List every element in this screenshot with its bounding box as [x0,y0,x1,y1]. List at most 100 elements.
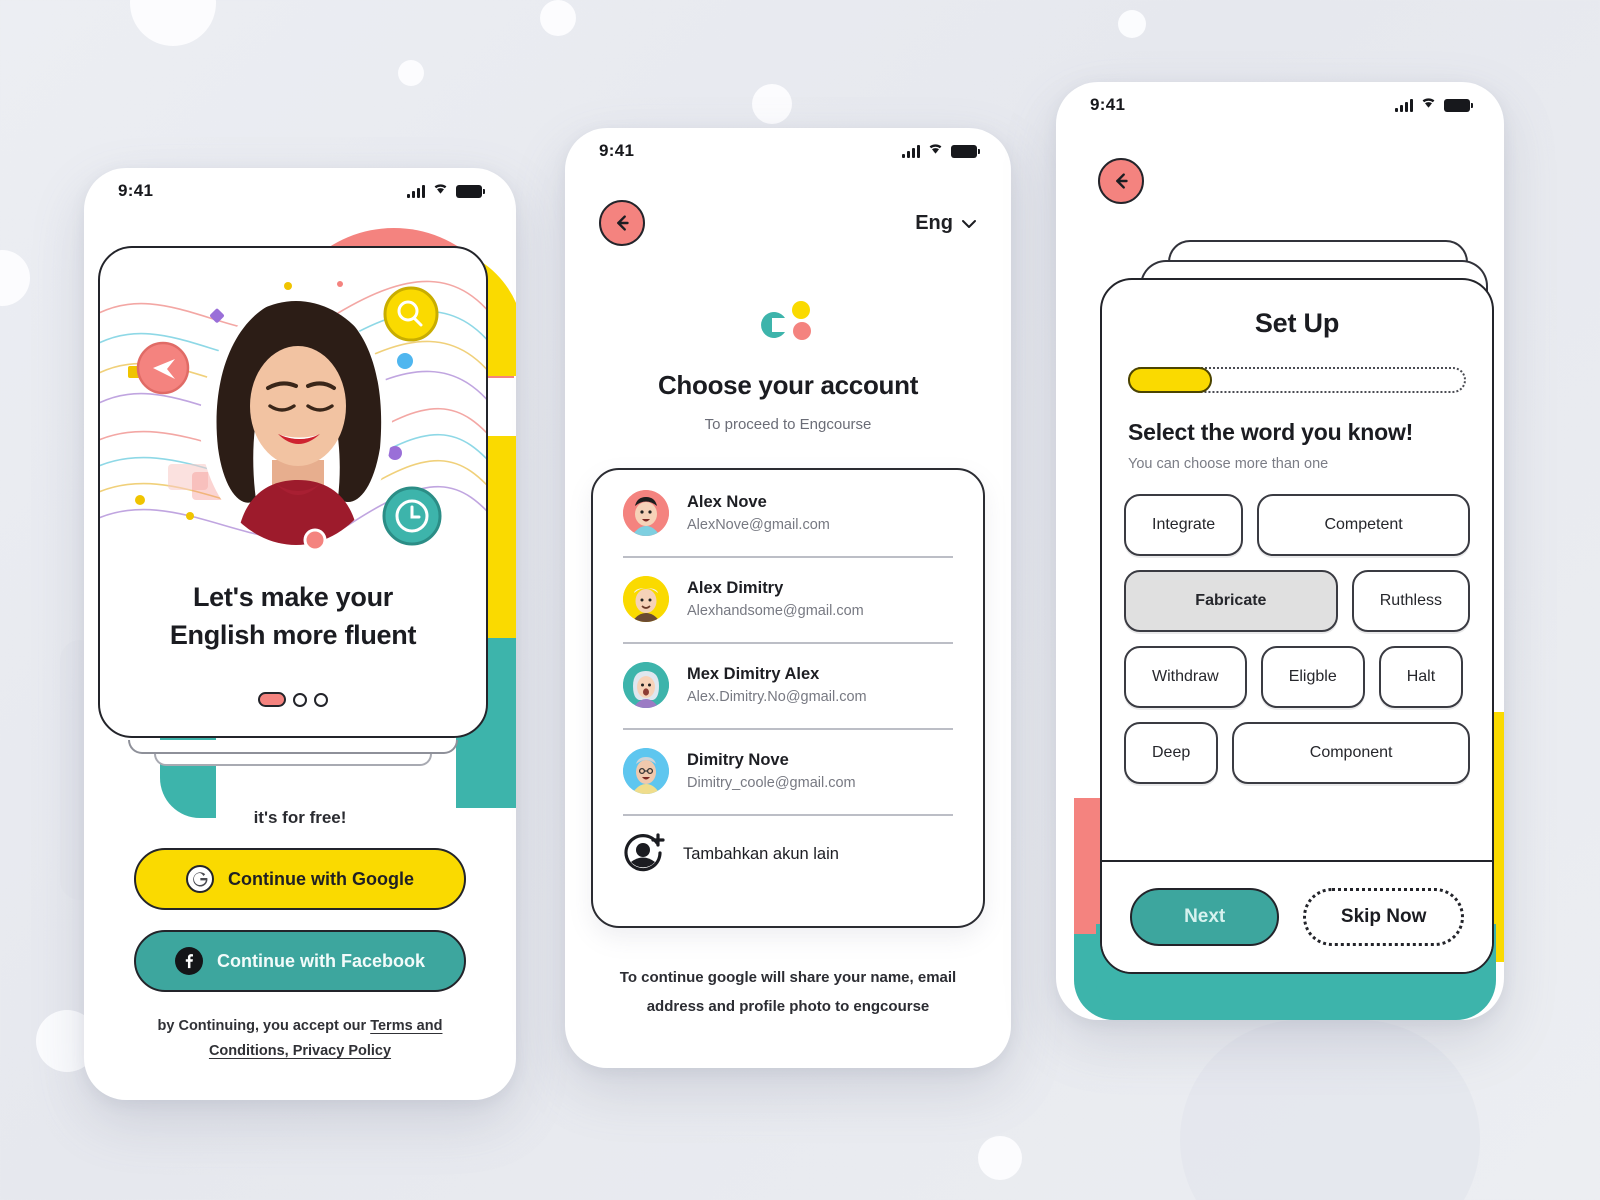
battery-icon [456,184,485,198]
word-chip[interactable]: Withdraw [1124,646,1247,708]
continue-with-facebook-button[interactable]: Continue with Facebook [134,930,466,992]
google-button-label: Continue with Google [228,868,414,889]
question-title: Select the word you know! [1128,419,1414,445]
engcourse-logo-icon [761,301,811,340]
word-chip[interactable]: Deep [1124,722,1219,784]
account-name: Mex Dimitry Alex [687,664,820,683]
page-title: Choose your account [657,370,919,400]
status-time: 9:41 [118,181,154,200]
word-chip-group: Integrate Competent Fabricate Ruthless W… [1124,494,1470,784]
word-chip[interactable]: Ruthless [1351,570,1470,632]
consent-text: To continue google will share your name,… [605,964,971,1021]
skip-now-button[interactable]: Skip Now [1303,888,1464,946]
status-bar-setup: 9:41 [1056,82,1504,128]
word-chip[interactable]: Competent [1257,494,1470,556]
status-icons [902,142,980,160]
signal-bars-icon [407,184,425,198]
setup-card: Set Up Select the word you know! You can… [1100,278,1494,974]
wifi-icon [1420,96,1437,114]
card-stack-shadow-1 [128,740,458,754]
wifi-icon [432,182,449,200]
next-button[interactable]: Next [1130,888,1280,946]
status-icons [1395,96,1473,114]
pagination-dot[interactable] [314,692,328,707]
account-email: Alexhandsome@gmail.com [687,602,864,619]
status-bar-choose-account: 9:41 [565,128,1011,174]
arrow-left-icon [617,215,629,231]
status-time: 9:41 [599,141,635,160]
status-icons [407,182,485,200]
question-hint: You can choose more than one [1128,456,1329,472]
account-email: Alex.Dimitry.No@gmail.com [687,688,867,705]
terms-link[interactable]: Terms and [370,1018,442,1034]
back-button[interactable] [599,200,645,246]
wifi-icon [927,142,944,160]
phone-choose-account: 9:41 Eng Choose your account To proceed … [565,128,1011,1068]
account-text: Mex Dimitry Alex Alex.Dimitry.No@gmail.c… [687,662,867,709]
status-bar-onboarding: 9:41 [84,168,516,214]
privacy-link[interactable]: Conditions, Privacy Policy [209,1043,391,1059]
bg-soft-shape [1180,1020,1480,1200]
account-name: Alex Nove [687,492,767,511]
battery-icon [951,144,980,158]
account-list-card: Alex Nove AlexNove@gmail.com Alex Dimitr… [591,468,985,928]
pagination-dot[interactable] [293,692,307,707]
account-name: Dimitry Nove [687,750,789,769]
avatar [623,662,669,708]
arrow-left-icon [1116,173,1128,189]
status-time: 9:41 [1090,95,1126,114]
battery-icon [1444,98,1473,112]
consent-line-1: To continue google will share your name,… [619,969,957,986]
avatar [623,748,669,794]
language-selector[interactable]: Eng [915,212,977,235]
account-email: AlexNove@gmail.com [687,516,830,533]
account-text: Alex Dimitry Alexhandsome@gmail.com [687,576,864,623]
list-item[interactable]: Dimitry Nove Dimitry_coole@gmail.com [623,728,953,814]
continue-with-google-button[interactable]: Continue with Google [134,848,466,910]
bg-bubble [1118,10,1146,38]
word-chip[interactable]: Eligble [1260,646,1365,708]
app-logo [565,296,1011,348]
headline-line-2: English more fluent [169,620,417,651]
signal-bars-icon [1395,98,1413,112]
avatar [623,576,669,622]
phone-setup: 9:41 Set Up Select the word you know! Yo… [1056,82,1504,1020]
bg-bubble [540,0,576,36]
add-account-label: Tambahkan akun lain [683,844,839,863]
account-text: Alex Nove AlexNove@gmail.com [687,490,830,537]
legal-text: by Continuing, you accept our Terms and … [124,1014,476,1065]
list-item[interactable]: Alex Nove AlexNove@gmail.com [623,470,953,556]
facebook-f-icon [174,947,203,975]
google-g-icon [186,865,214,893]
card-stack-shadow-2 [154,754,432,766]
pagination-dots[interactable] [100,692,486,707]
onboarding-card: Let's make your English more fluent [98,246,502,766]
setup-progress-fill [1128,367,1212,393]
facebook-button-label: Continue with Facebook [216,950,425,971]
page-subtitle: To proceed to Engcourse [704,416,872,433]
setup-footer: Next Skip Now [1102,860,1492,972]
headline-line-1: Let's make your [192,582,393,612]
consent-line-2: address and profile photo to engcourse [646,997,930,1015]
bg-bubble [398,60,424,86]
word-chip[interactable]: Component [1232,722,1470,784]
word-chip[interactable]: Integrate [1124,494,1244,556]
legal-prefix: by Continuing, you accept our [157,1018,371,1034]
word-chip[interactable]: Halt [1378,646,1464,708]
add-person-icon [623,831,665,878]
list-item[interactable]: Alex Dimitry Alexhandsome@gmail.com [623,556,953,642]
onboarding-illustration [100,248,486,578]
back-button[interactable] [1098,158,1144,204]
account-text: Dimitry Nove Dimitry_coole@gmail.com [687,748,856,795]
bg-bubble [752,84,792,124]
pagination-dot-active[interactable] [258,692,286,707]
page-title: Set Up [1254,308,1340,338]
phone-onboarding: 9:41 Let's make your English more fluent… [84,168,516,1100]
word-chip-selected[interactable]: Fabricate [1124,570,1338,632]
bg-bubble [130,0,216,46]
signal-bars-icon [902,144,920,158]
add-account-row[interactable]: Tambahkan akun lain [623,814,953,894]
bg-bubble [978,1136,1022,1180]
list-item[interactable]: Mex Dimitry Alex Alex.Dimitry.No@gmail.c… [623,642,953,728]
setup-progress-bar [1128,367,1466,393]
